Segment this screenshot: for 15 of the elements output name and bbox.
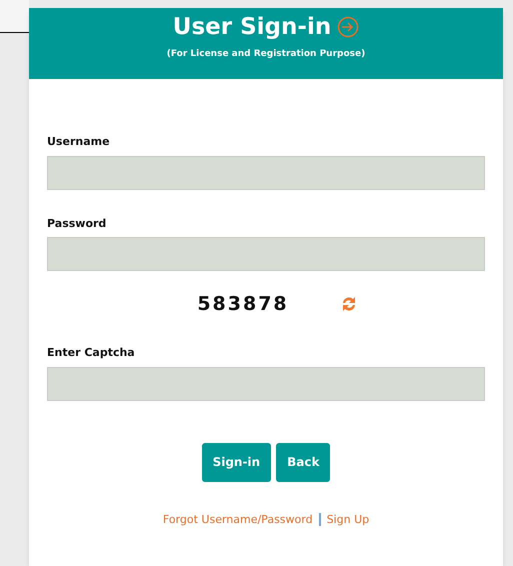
background-panel [0,0,29,33]
form-subtitle: (For License and Registration Purpose) [166,48,366,61]
form-button[interactable]: Sign-in [202,442,272,482]
form-button[interactable]: Back [276,442,330,482]
input-field[interactable] [47,156,485,190]
form-title: User Sign-in [172,13,332,42]
field-label: Username [47,134,111,150]
field-label: Enter Captcha [47,345,136,361]
sign-in-icon [337,16,360,38]
captcha-code: 583878 [197,292,289,317]
input-field[interactable] [47,237,485,271]
field-label: Password [47,216,108,232]
input-field[interactable] [47,366,485,400]
text-link[interactable]: Forgot Username/Password [162,512,313,528]
text-link[interactable]: Sign Up [326,512,370,528]
